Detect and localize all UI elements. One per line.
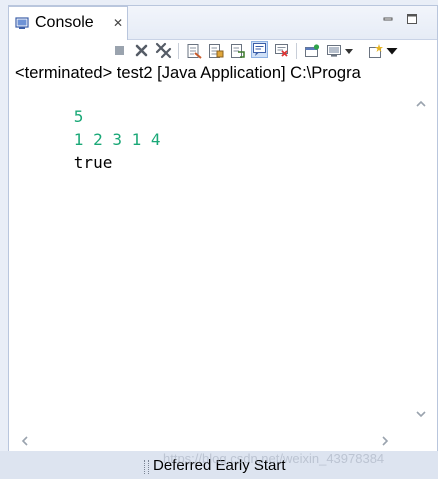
terminate-button[interactable] [111, 42, 128, 59]
word-wrap-button[interactable] [229, 42, 246, 59]
console-view: Console ✕ <terminated> test2 [Java Appli… [8, 5, 438, 453]
console-line: true [16, 134, 113, 172]
scroll-right-icon[interactable] [379, 435, 391, 447]
vertical-scrollbar[interactable] [407, 88, 435, 430]
show-console-on-error-icon [275, 44, 288, 57]
scroll-up-icon[interactable] [415, 98, 427, 110]
open-console-button[interactable] [367, 42, 384, 59]
console-line: 1 2 3 1 4 [16, 111, 161, 149]
console-icon [15, 17, 29, 29]
scroll-lock-icon [208, 43, 223, 58]
remove-all-terminated-button[interactable] [155, 42, 172, 59]
pin-console-button[interactable] [303, 42, 320, 59]
chevron-down-icon [386, 47, 398, 54]
pin-console-icon [304, 43, 319, 57]
tab-console[interactable]: Console ✕ [9, 6, 128, 40]
clear-console-button[interactable] [185, 42, 202, 59]
minimize-icon[interactable] [381, 12, 395, 26]
display-selected-console-button[interactable] [325, 42, 342, 59]
launch-status-label: <terminated> test2 [Java Application] C:… [15, 64, 361, 82]
toolbar-separator [178, 43, 179, 59]
toolbar-separator [296, 43, 297, 59]
watermark: https://blog.csdn.net/weixin_43978384 [163, 451, 385, 466]
view-tab-bar: Console ✕ [9, 6, 437, 40]
horizontal-scrollbar[interactable] [9, 430, 407, 452]
scroll-down-icon[interactable] [415, 408, 427, 420]
tab-title: Console [35, 14, 94, 31]
display-console-dropdown[interactable] [343, 42, 355, 59]
close-icon[interactable]: ✕ [113, 16, 123, 30]
terminate-icon [115, 46, 124, 55]
remove-launch-button[interactable] [133, 42, 150, 59]
show-console-on-output-icon [253, 43, 266, 56]
show-console-on-output-button[interactable] [251, 41, 268, 58]
display-selected-console-icon [326, 44, 341, 57]
remove-launch-icon [135, 44, 148, 57]
scroll-lock-button[interactable] [207, 42, 224, 59]
chevron-down-icon [345, 48, 353, 54]
console-toolbar [9, 39, 437, 63]
status-grip [144, 460, 149, 474]
console-line-text: true [73, 153, 113, 172]
scroll-left-icon[interactable] [19, 435, 31, 447]
scrollbar-corner [407, 430, 435, 452]
console-output[interactable]: 5 1 2 3 1 4 true [9, 88, 405, 428]
open-console-dropdown[interactable] [386, 42, 398, 59]
open-console-icon [368, 43, 383, 58]
console-line: 5 [16, 88, 84, 126]
remove-all-terminated-icon [155, 42, 172, 59]
maximize-icon[interactable] [405, 12, 419, 26]
clear-console-icon [187, 43, 202, 59]
show-console-on-error-button[interactable] [273, 42, 290, 59]
word-wrap-icon [230, 43, 245, 58]
